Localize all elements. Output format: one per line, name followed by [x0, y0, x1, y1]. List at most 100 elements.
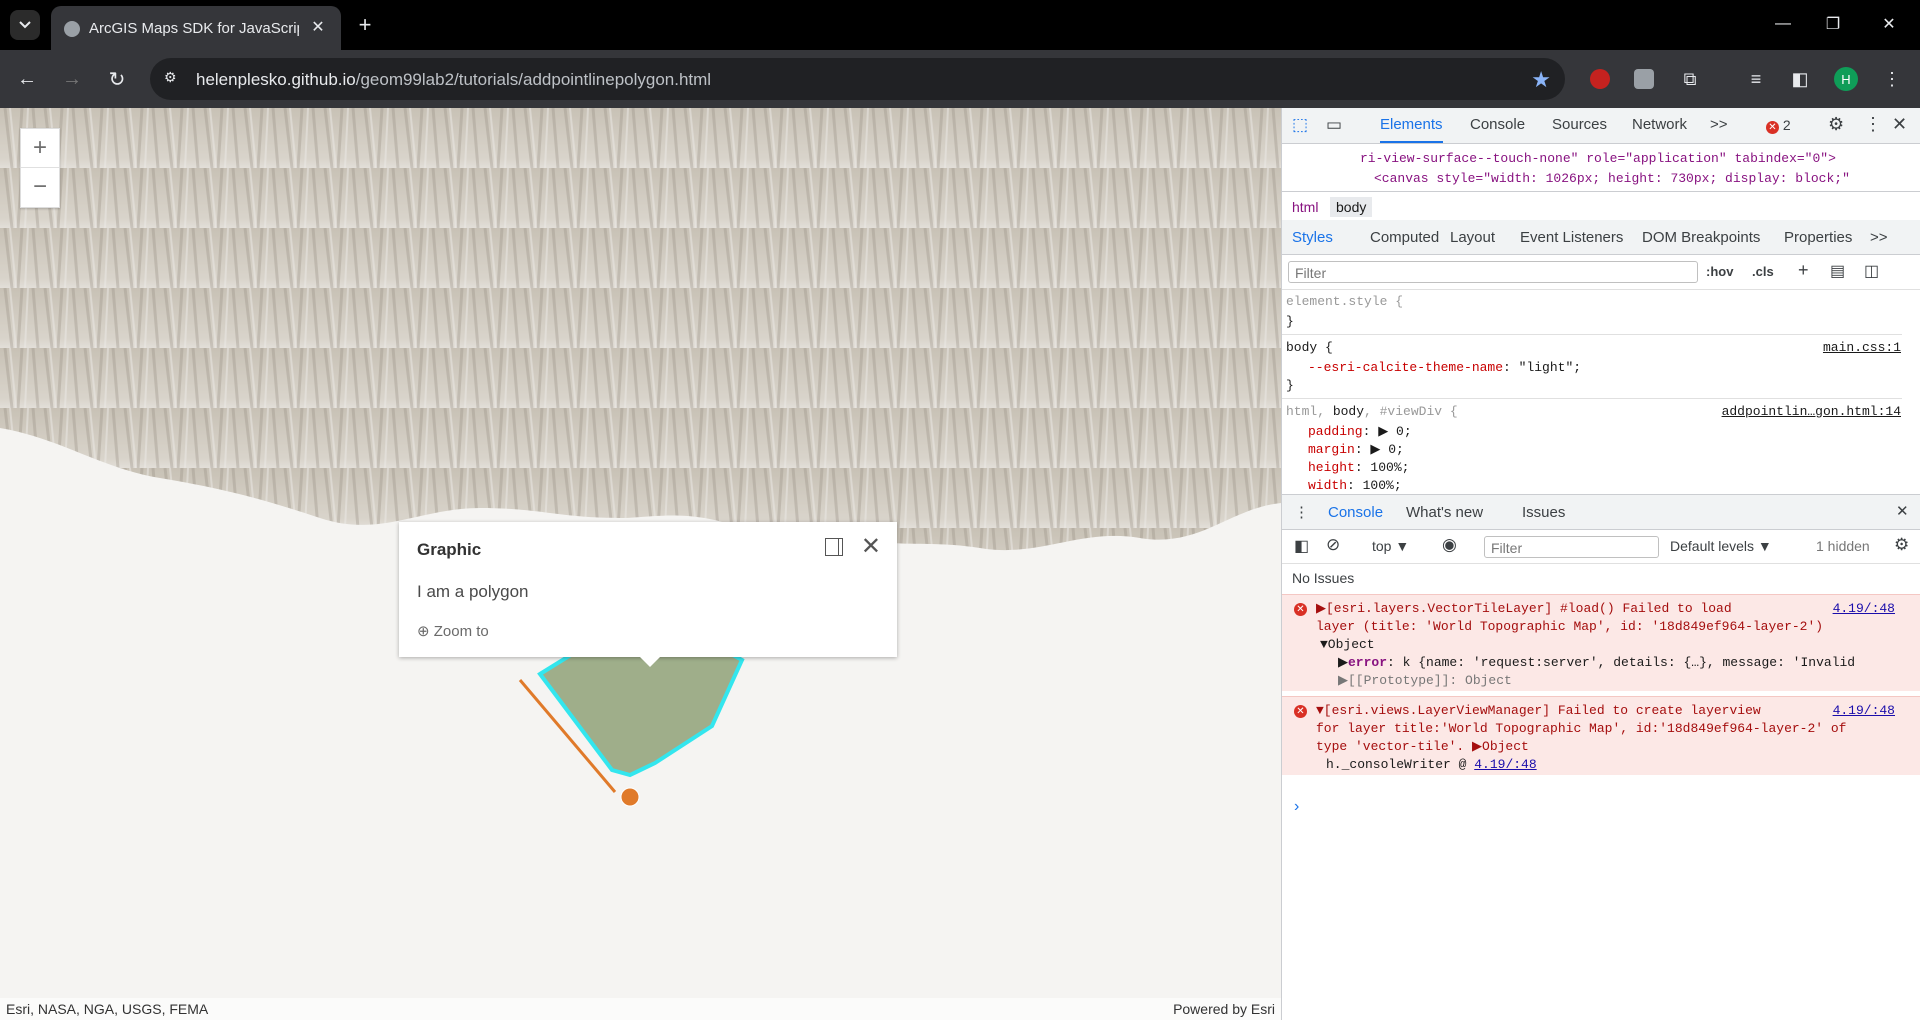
drawer-tab-issues[interactable]: Issues [1522, 504, 1565, 521]
tab-elements[interactable]: Elements [1380, 116, 1443, 143]
prop-height[interactable]: height: 100%; [1308, 460, 1409, 475]
settings-gear-icon[interactable]: ⚙ [1828, 114, 1844, 135]
more-subtabs-icon[interactable]: >> [1870, 229, 1888, 246]
tab-properties[interactable]: Properties [1784, 229, 1852, 246]
green-polygon[interactable] [537, 646, 745, 778]
html-rule-source[interactable]: addpointlin…gon.html:14 [1722, 404, 1901, 419]
drawer-tab-console[interactable]: Console [1328, 504, 1383, 521]
attribution-text[interactable]: Esri, NASA, NGA, USGS, FEMA [6, 1001, 208, 1017]
devtools-menu-icon[interactable]: ⋮ [1864, 114, 1882, 135]
error-count: 2 [1782, 117, 1791, 133]
menu-kebab-icon[interactable]: ⋮ [1878, 65, 1906, 93]
hov-toggle[interactable]: :hov [1706, 264, 1733, 279]
zoom-out-button[interactable]: − [21, 168, 59, 206]
extension-icon[interactable] [1630, 65, 1658, 93]
bookmark-star-icon[interactable]: ★ [1531, 67, 1551, 93]
trace-link[interactable]: 4.19/:48 [1474, 757, 1536, 772]
error-counter[interactable]: ✕ 2 [1766, 117, 1791, 134]
prop-padding[interactable]: padding: ▶ 0; [1308, 424, 1412, 439]
body-rule-source[interactable]: main.css:1 [1823, 340, 1901, 355]
reload-icon[interactable]: ↻ [102, 64, 132, 94]
browser-tab[interactable]: ArcGIS Maps SDK for JavaScript ✕ [51, 6, 341, 50]
tab-layout[interactable]: Layout [1450, 229, 1495, 246]
tab-console[interactable]: Console [1470, 116, 1525, 133]
console-sidebar-icon[interactable]: ◧ [1294, 536, 1309, 556]
dom-line-1[interactable]: ri-view-surface--touch-none" role="appli… [1360, 151, 1836, 166]
error2-line3: type 'vector-tile'. ▶Object [1316, 739, 1529, 754]
more-tabs-icon[interactable]: >> [1710, 116, 1728, 133]
log-levels-dropdown[interactable]: Default levels ▼ [1670, 538, 1772, 554]
new-tab-button[interactable]: + [352, 12, 378, 38]
styles-filter-input[interactable]: Filter [1288, 261, 1698, 283]
tab-styles[interactable]: Styles [1292, 229, 1333, 246]
console-filter-input[interactable]: Filter [1484, 536, 1659, 558]
tab-network[interactable]: Network [1632, 116, 1687, 133]
url-text[interactable]: helenplesko.github.io/geom99lab2/tutoria… [196, 70, 711, 90]
element-style-selector[interactable]: element.style { [1286, 294, 1403, 309]
site-info-icon[interactable]: ⚙ [164, 69, 184, 89]
tab-search-button[interactable] [10, 10, 40, 40]
tab-sources[interactable]: Sources [1552, 116, 1607, 133]
dock-icon[interactable] [825, 538, 843, 556]
restore-icon[interactable]: ❐ [1810, 8, 1856, 40]
prop-width[interactable]: width: 100%; [1308, 478, 1402, 493]
html-body-viewdiv-selector[interactable]: html, body, #viewDiv { [1286, 404, 1458, 419]
prop-margin[interactable]: margin: ▶ 0; [1308, 442, 1404, 457]
new-rule-icon[interactable]: + [1798, 260, 1809, 281]
sel-part-c: , #viewDiv { [1364, 404, 1458, 419]
crumb-html[interactable]: html [1286, 197, 1324, 217]
map-view[interactable]: + − Graphic ✕ I am a polygon ⊕ Zoom to E… [0, 108, 1281, 1020]
error2-line2: for layer title:'World Topographic Map',… [1316, 721, 1847, 736]
ublock-extension-icon[interactable] [1586, 65, 1614, 93]
inspect-element-icon[interactable]: ⬚ [1292, 115, 1308, 135]
drawer-close-icon[interactable]: ✕ [1896, 502, 1909, 520]
clear-console-icon[interactable]: ⊘ [1326, 535, 1340, 555]
console-error-1[interactable]: ✕ ▶[esri.layers.VectorTileLayer] #load()… [1282, 594, 1920, 691]
body-prop-line[interactable]: --esri-calcite-theme-name: "light"; [1308, 360, 1581, 375]
paint-icon[interactable]: ▤ [1830, 261, 1845, 281]
context-selector[interactable]: top ▼ [1372, 538, 1409, 554]
zoom-in-button[interactable]: + [21, 129, 59, 168]
popup-close-icon[interactable]: ✕ [861, 532, 881, 561]
crumb-body[interactable]: body [1330, 197, 1373, 217]
body-selector[interactable]: body { [1286, 340, 1333, 355]
forward-icon[interactable]: → [57, 64, 87, 94]
drawer-tabs: ⋮ Console What's new Issues ✕ [1282, 494, 1920, 530]
styles-subtabs: Styles Computed Layout Event Listeners D… [1282, 220, 1920, 255]
error2-source-link[interactable]: 4.19/:48 [1833, 703, 1895, 718]
prop-value: 100%; [1370, 460, 1410, 475]
favicon-icon [64, 21, 80, 37]
eye-icon[interactable]: ◉ [1442, 535, 1457, 555]
console-toolbar: ◧ ⊘ top ▼ ◉ Filter Default levels ▼ 1 hi… [1282, 529, 1920, 564]
drawer-menu-icon[interactable]: ⋮ [1294, 503, 1309, 521]
console-settings-icon[interactable]: ⚙ [1894, 535, 1909, 555]
cls-toggle[interactable]: .cls [1752, 264, 1774, 279]
tab-dom-breakpoints[interactable]: DOM Breakpoints [1642, 229, 1760, 246]
device-toolbar-icon[interactable]: ▭ [1326, 115, 1342, 135]
tab-event-listeners[interactable]: Event Listeners [1520, 229, 1623, 246]
error1-prototype[interactable]: ▶[[Prototype]]: Object [1338, 673, 1512, 688]
magnifier-plus-icon: ⊕ [417, 623, 434, 640]
error1-source-link[interactable]: 4.19/:48 [1833, 601, 1895, 616]
tab-computed[interactable]: Computed [1370, 229, 1439, 246]
media-control-icon[interactable]: ≡ [1742, 65, 1770, 93]
extensions-puzzle-icon[interactable]: ⧉ [1676, 65, 1704, 93]
side-panel-icon[interactable]: ◧ [1786, 65, 1814, 93]
minimize-icon[interactable]: — [1760, 8, 1806, 40]
powered-by-esri[interactable]: Powered by Esri [1173, 1001, 1275, 1017]
drawer-tab-whats-new[interactable]: What's new [1406, 504, 1483, 521]
tab-close-icon[interactable]: ✕ [307, 16, 329, 38]
back-icon[interactable]: ← [12, 64, 42, 94]
console-error-2[interactable]: ✕ ▼[esri.views.LayerViewManager] Failed … [1282, 696, 1920, 775]
window-close-icon[interactable]: ✕ [1866, 8, 1912, 40]
address-bar[interactable]: ⚙ helenplesko.github.io/geom99lab2/tutor… [150, 58, 1565, 100]
error1-error-prop[interactable]: ▶error: k {name: 'request:server', detai… [1338, 655, 1855, 670]
console-prompt[interactable]: › [1294, 798, 1299, 816]
error1-object[interactable]: ▼Object [1320, 637, 1375, 652]
orange-point[interactable] [620, 787, 640, 807]
profile-avatar[interactable]: H [1832, 65, 1860, 93]
devtools-close-icon[interactable]: ✕ [1892, 114, 1907, 135]
dom-line-2[interactable]: <canvas style="width: 1026px; height: 73… [1374, 171, 1850, 186]
zoom-to-button[interactable]: ⊕ Zoom to [417, 622, 489, 640]
sidebar-toggle-icon[interactable]: ◫ [1864, 261, 1879, 281]
